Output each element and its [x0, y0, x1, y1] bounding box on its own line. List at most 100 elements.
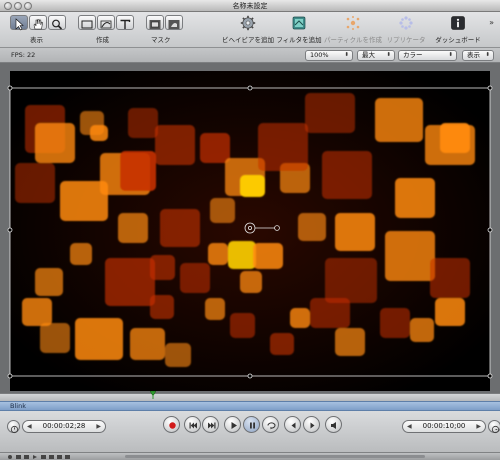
playhead-icon[interactable]	[150, 391, 156, 399]
select-tool-button[interactable]	[10, 15, 28, 31]
text-icon	[120, 19, 131, 29]
particles-icon	[346, 16, 360, 30]
popup-arrows-icon: ⬍	[448, 52, 453, 58]
step-forward-icon	[310, 422, 315, 429]
info-icon	[451, 16, 465, 30]
zoom-level-popup[interactable]: 100% ⬍	[305, 50, 353, 61]
current-time-format-button[interactable]	[7, 420, 20, 434]
mini-timeline-ruler[interactable]	[0, 393, 500, 401]
bokeh-square	[165, 343, 191, 367]
mask-tools-label: マスク	[151, 36, 171, 44]
bokeh-square	[60, 181, 108, 221]
clock-icon	[10, 425, 19, 434]
previous-frame-button[interactable]	[284, 416, 301, 433]
bokeh-square	[128, 108, 158, 138]
render-quality-value: 最大	[362, 51, 375, 59]
bokeh-square	[35, 123, 75, 163]
increment-arrow-icon[interactable]: ▶	[96, 421, 101, 432]
bokeh-square	[130, 328, 165, 360]
bokeh-square	[375, 98, 423, 142]
bezier-tool-button[interactable]	[97, 15, 115, 30]
bokeh-square	[230, 313, 255, 338]
channels-popup[interactable]: カラー ⬍	[398, 50, 457, 61]
magnifier-icon	[52, 19, 63, 30]
current-time-field[interactable]: ◀ 00:00:02;28 ▶	[22, 420, 106, 433]
bokeh-square	[70, 243, 92, 265]
loop-icon	[267, 422, 276, 430]
view-options-value: 表示	[467, 51, 480, 59]
decrement-arrow-icon[interactable]: ◀	[407, 421, 412, 432]
bezier-mask-button[interactable]	[165, 15, 183, 30]
loop-button[interactable]	[262, 416, 279, 433]
zoom-slider-track[interactable]	[125, 455, 425, 458]
bokeh-square	[90, 125, 108, 141]
bokeh-square	[395, 178, 435, 218]
audio-button[interactable]	[325, 416, 342, 433]
pen-curve-icon	[100, 20, 112, 29]
skip-back-icon	[189, 422, 197, 429]
mask-tools-group	[146, 15, 183, 31]
render-quality-popup[interactable]: 最大 ⬍	[357, 50, 395, 61]
text-tool-button[interactable]	[116, 15, 134, 30]
motion-window: 名称未設定 表示 作成 マスク ビヘイビアを追加 フィルタを追加 パーティクルを…	[0, 0, 500, 460]
filter-icon	[292, 16, 306, 30]
zoom-tool-button[interactable]	[48, 15, 66, 30]
record-button[interactable]	[163, 416, 180, 433]
bokeh-square	[258, 123, 308, 171]
bokeh-square	[440, 123, 470, 153]
canvas-viewport[interactable]	[0, 63, 500, 393]
bokeh-square	[155, 125, 195, 165]
stop-button[interactable]	[243, 416, 260, 433]
window-title: 名称未設定	[232, 2, 268, 10]
hand-icon	[33, 19, 43, 30]
bokeh-square	[75, 318, 123, 360]
toolbar-overflow-icon[interactable]: »	[489, 18, 494, 27]
go-to-end-button[interactable]	[202, 416, 219, 433]
arrow-pointer-icon	[15, 18, 24, 31]
rectangle-icon	[81, 20, 93, 29]
popup-arrows-icon: ⬍	[386, 52, 391, 58]
bokeh-square	[385, 231, 435, 281]
dashboard-label: ダッシュボード	[435, 36, 481, 44]
bokeh-square	[210, 198, 235, 223]
current-time-value: 00:00:02;28	[42, 422, 86, 430]
increment-arrow-icon[interactable]: ▶	[476, 421, 481, 432]
bokeh-square	[228, 241, 256, 269]
bokeh-square	[325, 258, 377, 303]
bottom-status-strip	[0, 452, 500, 460]
pan-tool-button[interactable]	[29, 15, 47, 30]
rectangle-mask-button[interactable]	[146, 15, 164, 30]
replicator-icon	[399, 16, 413, 30]
zoom-level-value: 100%	[310, 51, 329, 59]
pause-icon	[250, 422, 255, 429]
bokeh-square	[430, 258, 470, 298]
bokeh-square	[240, 175, 265, 197]
duration-format-button[interactable]	[488, 420, 500, 434]
play-button[interactable]	[224, 416, 241, 433]
create-tools-label: 作成	[96, 36, 109, 44]
create-tools-group	[78, 15, 134, 31]
gear-icon	[240, 15, 256, 31]
bokeh-square	[160, 209, 200, 247]
bokeh-square	[240, 271, 262, 293]
rectangle-tool-button[interactable]	[78, 15, 96, 30]
bokeh-square	[270, 333, 294, 355]
duration-time-field[interactable]: ◀ 00:00:10;00 ▶	[402, 420, 486, 433]
bokeh-square	[120, 151, 156, 191]
timeline-track-bar[interactable]: Blink	[0, 401, 500, 411]
bokeh-square	[410, 318, 434, 342]
dashboard-button[interactable]: ダッシュボード	[427, 15, 489, 45]
bokeh-square	[180, 263, 210, 293]
popup-arrows-icon: ⬍	[485, 52, 490, 58]
go-to-start-button[interactable]	[184, 416, 201, 433]
canvas-area[interactable]	[0, 63, 500, 393]
view-options-popup[interactable]: 表示 ⬍	[462, 50, 494, 61]
bokeh-square	[40, 323, 70, 353]
mask-bezier-icon	[168, 20, 180, 29]
bokeh-square	[253, 243, 283, 269]
bokeh-square	[305, 93, 355, 133]
bokeh-square	[200, 133, 230, 163]
next-frame-button[interactable]	[303, 416, 320, 433]
decrement-arrow-icon[interactable]: ◀	[27, 421, 32, 432]
bokeh-square	[150, 255, 175, 280]
